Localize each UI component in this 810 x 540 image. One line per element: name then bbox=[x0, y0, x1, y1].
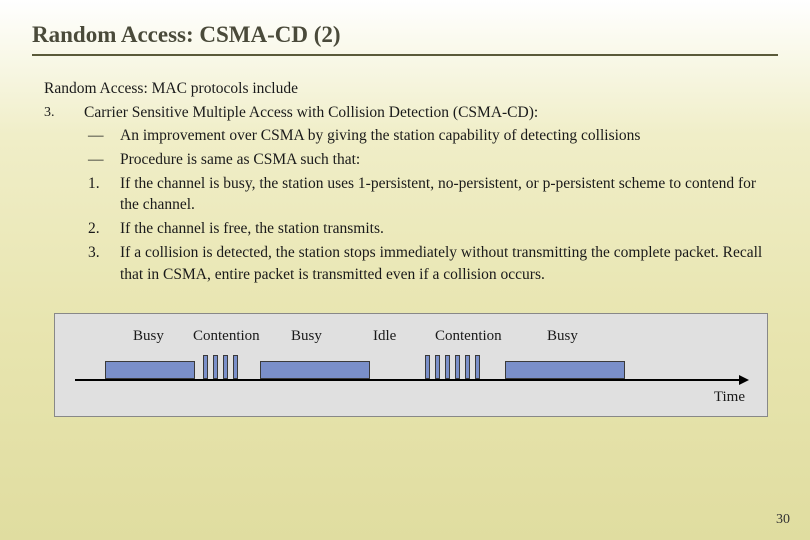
sub-text: If a collision is detected, the station … bbox=[120, 242, 778, 285]
sub-text: If the channel is busy, the station uses… bbox=[120, 173, 778, 216]
sub-item: — An improvement over CSMA by giving the… bbox=[84, 125, 778, 147]
busy-block bbox=[260, 361, 370, 379]
sub-list: — An improvement over CSMA by giving the… bbox=[84, 125, 778, 285]
timeline-diagram: Busy Contention Busy Idle Contention Bus… bbox=[54, 313, 768, 417]
label-busy: Busy bbox=[133, 326, 193, 347]
content-area: Random Access: MAC protocols include 3. … bbox=[32, 78, 778, 417]
busy-block bbox=[105, 361, 195, 379]
sub-text: Procedure is same as CSMA such that: bbox=[120, 149, 778, 171]
sub-text: If the channel is free, the station tran… bbox=[120, 218, 778, 240]
timeline-axis bbox=[75, 351, 747, 381]
item-3-text: Carrier Sensitive Multiple Access with C… bbox=[84, 102, 778, 124]
label-contention: Contention bbox=[193, 326, 291, 347]
slide-title: Random Access: CSMA-CD (2) bbox=[32, 22, 778, 56]
page-number: 30 bbox=[776, 512, 790, 528]
list-marker: 3. bbox=[44, 102, 84, 288]
contention-bar bbox=[475, 355, 480, 379]
contention-bar bbox=[213, 355, 218, 379]
list-body: Carrier Sensitive Multiple Access with C… bbox=[84, 102, 778, 288]
contention-bar bbox=[435, 355, 440, 379]
sub-marker: — bbox=[84, 149, 120, 171]
contention-bar bbox=[445, 355, 450, 379]
sub-marker: 2. bbox=[84, 218, 120, 240]
contention-bar bbox=[203, 355, 208, 379]
sub-marker: — bbox=[84, 125, 120, 147]
sub-item: 3. If a collision is detected, the stati… bbox=[84, 242, 778, 285]
label-contention: Contention bbox=[435, 326, 547, 347]
sub-item: 2. If the channel is free, the station t… bbox=[84, 218, 778, 240]
sub-marker: 3. bbox=[84, 242, 120, 285]
intro-line: Random Access: MAC protocols include bbox=[44, 78, 778, 100]
list-item-3: 3. Carrier Sensitive Multiple Access wit… bbox=[44, 102, 778, 288]
busy-block bbox=[505, 361, 625, 379]
diagram-labels: Busy Contention Busy Idle Contention Bus… bbox=[75, 326, 747, 347]
contention-bar bbox=[223, 355, 228, 379]
arrow-right-icon bbox=[739, 375, 749, 385]
sub-item: 1. If the channel is busy, the station u… bbox=[84, 173, 778, 216]
label-busy: Busy bbox=[547, 326, 578, 347]
sub-text: An improvement over CSMA by giving the s… bbox=[120, 125, 778, 147]
contention-bar bbox=[455, 355, 460, 379]
contention-bar bbox=[425, 355, 430, 379]
label-idle: Idle bbox=[373, 326, 435, 347]
contention-bar bbox=[465, 355, 470, 379]
slide: Random Access: CSMA-CD (2) Random Access… bbox=[0, 0, 810, 417]
sub-marker: 1. bbox=[84, 173, 120, 216]
label-busy: Busy bbox=[291, 326, 373, 347]
contention-bar bbox=[233, 355, 238, 379]
sub-item: — Procedure is same as CSMA such that: bbox=[84, 149, 778, 171]
time-axis-label: Time bbox=[75, 387, 747, 408]
